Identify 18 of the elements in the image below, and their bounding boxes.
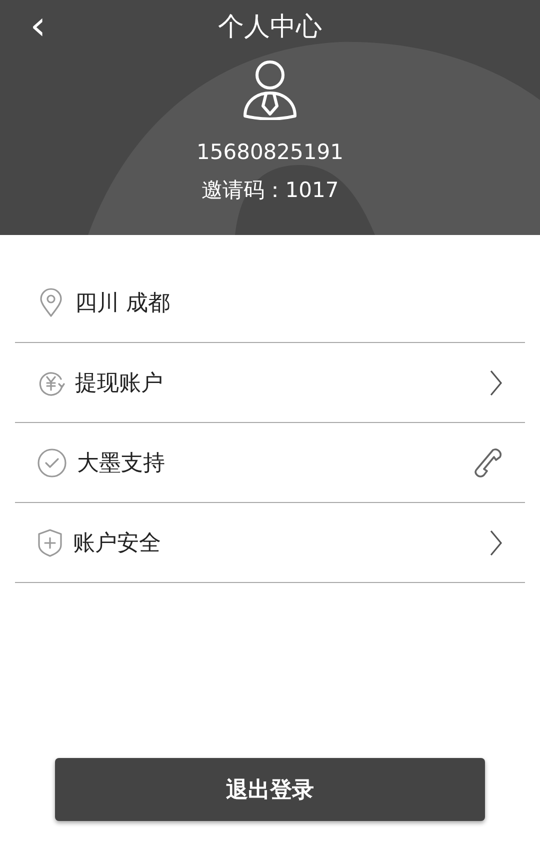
menu-item[interactable]: 大墨支持 [15, 423, 525, 502]
user-avatar-icon [242, 60, 298, 120]
check-circle-icon [37, 448, 67, 478]
menu-item[interactable]: 提现账户 [15, 343, 525, 422]
phone-icon [473, 446, 503, 478]
call-button[interactable] [473, 446, 503, 478]
shield-plus-icon [37, 528, 63, 558]
logout-button[interactable]: 退出登录 [55, 758, 485, 821]
phone-number: 15680825191 [196, 140, 344, 164]
page-title: 个人中心 [218, 10, 322, 44]
back-button[interactable]: ‹ [26, 6, 50, 46]
invite-code: 邀请码：1017 [201, 177, 339, 204]
location-pin-icon [37, 288, 65, 318]
menu-item[interactable]: 账户安全 [15, 503, 525, 582]
chevron-right-icon [489, 368, 503, 396]
chevron-right-icon [489, 528, 503, 556]
chevron-button[interactable] [489, 528, 503, 556]
chevron-button[interactable] [489, 368, 503, 396]
